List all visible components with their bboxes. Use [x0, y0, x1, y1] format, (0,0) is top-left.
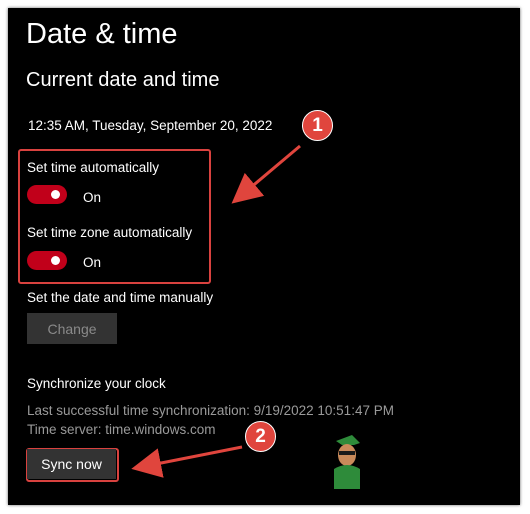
annotation-badge-1: 1: [302, 110, 333, 141]
arrow-1: [231, 144, 301, 204]
arrow-2: [131, 445, 243, 478]
annotation-badge-2: 2: [245, 421, 276, 452]
